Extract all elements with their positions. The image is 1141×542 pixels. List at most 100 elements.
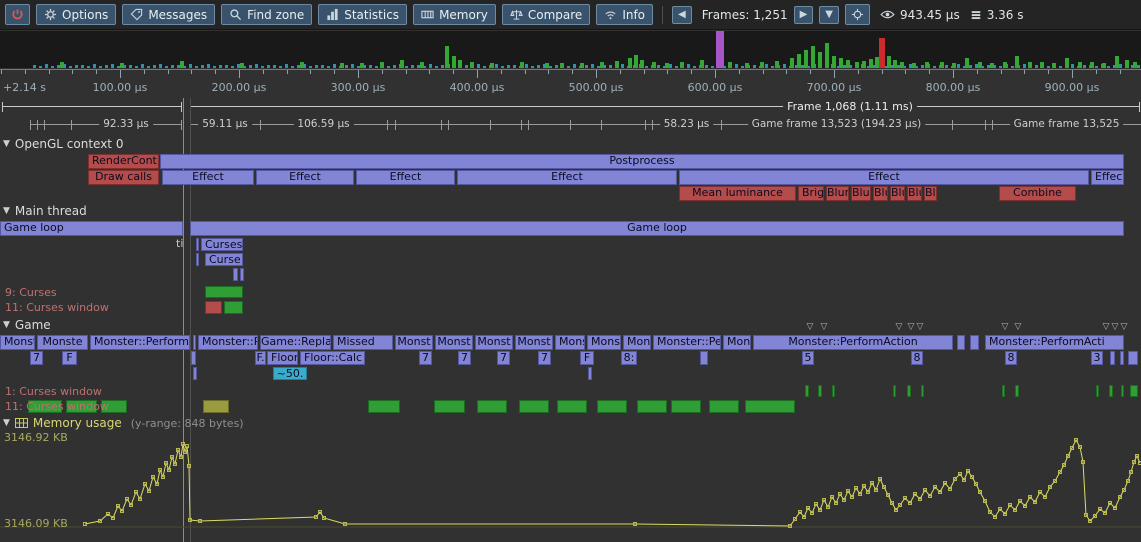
timeline-zone[interactable]: Monster::PerformAction — [753, 335, 953, 350]
timeline-zone[interactable]: Monste — [587, 335, 621, 350]
timeline-zone[interactable]: Combine — [999, 186, 1076, 201]
timeline-zone[interactable]: Effec — [1091, 170, 1124, 185]
timeline-zone[interactable]: RenderCont — [88, 154, 159, 169]
timeline-zone[interactable] — [477, 400, 507, 413]
timeline-zone[interactable]: Curses — [201, 238, 243, 251]
timeline-zone[interactable]: Effect — [162, 170, 254, 185]
timeline-zone[interactable]: 7 — [497, 351, 510, 365]
section-opengl-header[interactable]: ▼ OpenGL context 0 — [3, 137, 123, 151]
statistics-button[interactable]: Statistics — [318, 4, 407, 25]
timeline-zone[interactable] — [597, 400, 627, 413]
timeline-zone[interactable]: Monst — [515, 335, 553, 350]
timeline-zone[interactable]: Monste — [0, 335, 35, 350]
message-marker-icon[interactable]: ▽ — [807, 322, 814, 332]
timeline-zone[interactable]: Effect — [679, 170, 1089, 185]
timeline-zone[interactable]: F — [62, 351, 77, 365]
timeline-zone[interactable] — [434, 400, 465, 413]
section-main-thread-header[interactable]: ▼ Main thread — [3, 204, 87, 218]
timeline-zone[interactable]: 3 — [1091, 351, 1103, 365]
timeline-zone[interactable]: Monst — [395, 335, 433, 350]
timeline-zone[interactable] — [240, 268, 244, 281]
prev-frame-button[interactable]: ◀ — [672, 6, 692, 24]
timeline-zone[interactable]: 7 — [419, 351, 432, 365]
timeline-zone[interactable] — [193, 335, 196, 350]
subframe-band[interactable]: 92.33 μs59.11 μs106.59 μs58.23 μsGame fr… — [0, 117, 1141, 133]
timeline-zone[interactable] — [1130, 385, 1138, 397]
frame-span-label[interactable]: Game frame 13,525 — [1010, 118, 1124, 130]
timeline-zone[interactable]: 5 — [802, 351, 814, 365]
timeline-zone[interactable] — [1121, 385, 1124, 397]
timeline-zone[interactable]: Mean luminance — [679, 186, 796, 201]
message-marker-icon[interactable]: ▽ — [1121, 322, 1128, 332]
timeline-zone[interactable]: Monster::PerformActi — [985, 335, 1124, 350]
timeline-zone[interactable] — [907, 385, 911, 397]
timeline-zone[interactable] — [957, 335, 965, 350]
timeline-zone[interactable]: 8 — [1005, 351, 1017, 365]
timeline-zone[interactable]: Monst — [435, 335, 473, 350]
section-memory-header[interactable]: ▼ Memory usage (y-range: 848 bytes) — [3, 416, 244, 430]
timeline-zone[interactable]: Effect — [356, 170, 455, 185]
timeline-zone[interactable]: F. — [255, 351, 266, 365]
timeline-zone[interactable]: 8 — [911, 351, 923, 365]
timeline-zone[interactable]: Postprocess — [160, 154, 1124, 169]
timeline-zone[interactable]: Effect — [256, 170, 354, 185]
timeline-zone[interactable] — [203, 400, 229, 413]
info-button[interactable]: Info — [596, 4, 653, 25]
message-marker-icon[interactable]: ▽ — [1015, 322, 1022, 332]
timeline-zone[interactable]: Blur — [924, 186, 937, 201]
timeline-zone[interactable] — [700, 351, 708, 365]
timeline-zone[interactable] — [205, 301, 222, 314]
timeline-zone[interactable] — [191, 351, 196, 365]
timeline-zone[interactable]: Curse — [205, 253, 243, 266]
timeline-zone[interactable]: Mons — [723, 335, 751, 350]
timeline-zone[interactable] — [805, 385, 809, 397]
timeline-zone[interactable]: Blur — [851, 186, 871, 201]
timeline-zone[interactable] — [1109, 385, 1113, 397]
timeline-zone[interactable] — [193, 367, 197, 380]
timeline-zone[interactable] — [1128, 351, 1138, 365]
timeline-zone[interactable] — [205, 286, 243, 298]
timeline-zone[interactable]: Blur — [907, 186, 922, 201]
timeline-zone[interactable]: Game loop — [0, 221, 183, 236]
timeline-zone[interactable]: 7 — [538, 351, 551, 365]
timeline-zone[interactable] — [233, 268, 238, 281]
timeline-zone[interactable] — [709, 400, 739, 413]
timeline-zone[interactable] — [893, 385, 896, 397]
frame-span-label[interactable]: 58.23 μs — [660, 118, 714, 130]
timeline-zone[interactable] — [1002, 385, 1005, 397]
timeline-zone[interactable]: Monste — [37, 335, 88, 350]
timeline-zone[interactable] — [196, 253, 199, 266]
timeline-zone[interactable]: Monster::Pe — [198, 335, 258, 350]
messages-button[interactable]: Messages — [122, 4, 215, 25]
timeline-zone[interactable]: ~50. — [273, 367, 307, 380]
message-marker-icon[interactable]: ▽ — [1112, 322, 1119, 332]
frame-span-label[interactable]: Game frame 13,523 (194.23 μs) — [748, 118, 926, 130]
message-marker-icon[interactable]: ▽ — [917, 322, 924, 332]
timeline-zone[interactable]: Game::Replay — [260, 335, 331, 350]
options-button[interactable]: Options — [36, 4, 116, 25]
message-marker-icon[interactable]: ▽ — [1002, 322, 1009, 332]
timeline-zone[interactable]: 7 — [458, 351, 471, 365]
timeline-zone[interactable] — [832, 385, 835, 397]
timeline-zone[interactable]: Monster::PerformA — [90, 335, 190, 350]
timeline-zone[interactable]: Blur — [826, 186, 849, 201]
timeline-zone[interactable] — [970, 335, 979, 350]
message-marker-icon[interactable]: ▽ — [908, 322, 915, 332]
next-frame-button[interactable]: ▶ — [794, 6, 814, 24]
timeline-zone[interactable] — [1120, 351, 1124, 365]
frame-span-label[interactable]: 92.33 μs — [99, 118, 153, 130]
timeline-zone[interactable]: Monst — [475, 335, 513, 350]
timeline-zone[interactable]: Blur — [873, 186, 888, 201]
message-marker-icon[interactable]: ▽ — [821, 322, 828, 332]
timeline-zone[interactable]: Floor: — [267, 351, 298, 365]
timeline-zone[interactable]: F — [580, 351, 594, 365]
find-zone-button[interactable]: Find zone — [221, 4, 312, 25]
timeline-zone[interactable] — [519, 400, 549, 413]
goto-frame-button[interactable] — [845, 4, 870, 25]
timeline-zone[interactable]: Floor::Calc — [300, 351, 365, 365]
timeline-zone[interactable] — [745, 400, 795, 413]
timeline-zone[interactable]: ti — [176, 238, 192, 251]
timeline-zone[interactable]: Brigh — [798, 186, 824, 201]
timeline-zone[interactable]: Effect — [457, 170, 677, 185]
timeline-zone[interactable] — [368, 400, 400, 413]
